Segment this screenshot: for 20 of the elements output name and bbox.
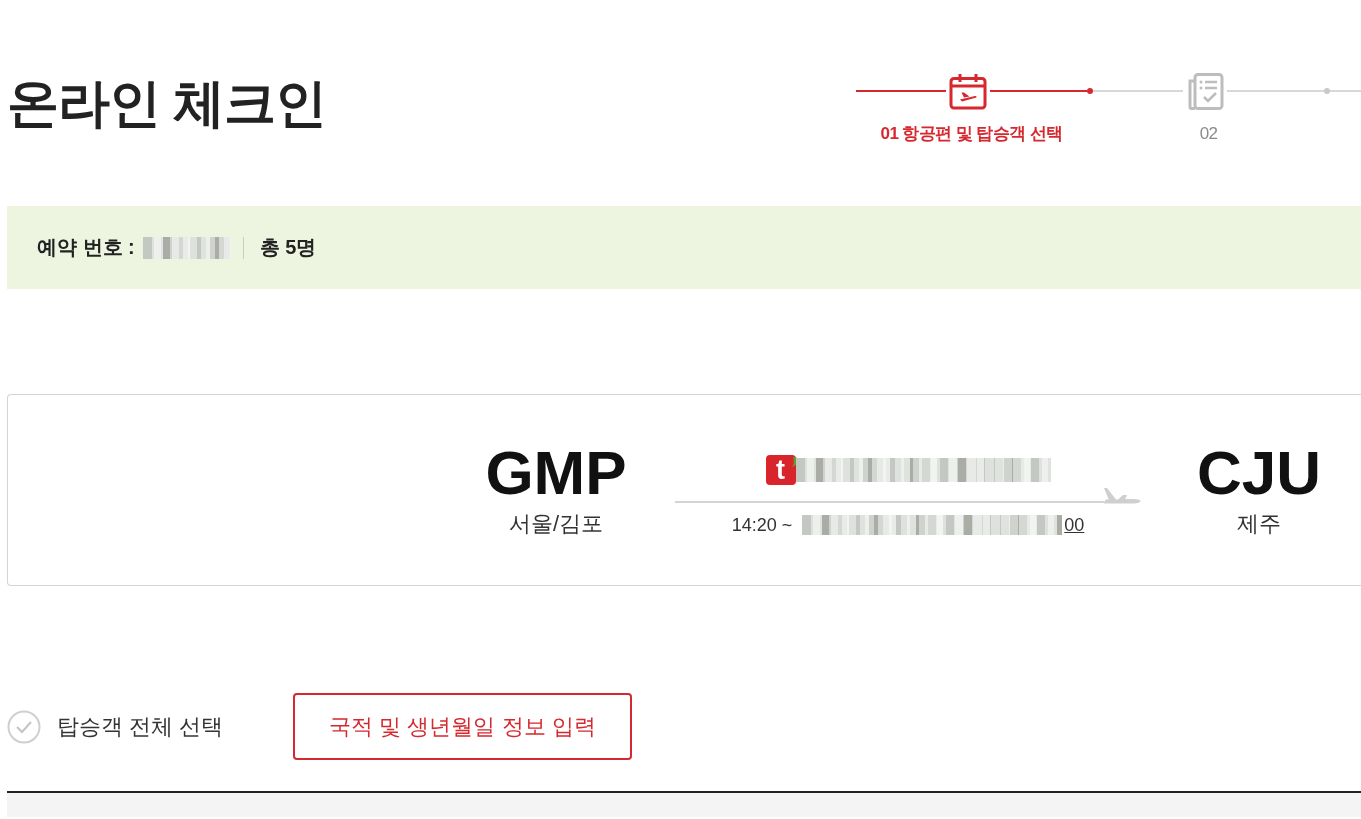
calendar-plane-icon <box>949 72 987 110</box>
airplane-icon <box>1104 487 1141 504</box>
airport-city: 제주 <box>1237 510 1281 538</box>
step-label: 01 항공편 및 탑승객 선택 <box>880 123 1063 145</box>
check-circle-icon[interactable] <box>7 709 41 744</box>
airport-code: GMP <box>485 442 627 504</box>
step-label: 02 <box>1199 123 1218 145</box>
step-dot-icon <box>1324 88 1330 94</box>
airport-city: 서울/김포 <box>508 510 604 538</box>
info-entry-button[interactable]: 국적 및 생년월일 정보 입력 <box>293 693 632 760</box>
page-title: 온라인 체크인 <box>7 73 327 133</box>
checklist-document-icon <box>1186 72 1224 110</box>
schedule-link[interactable]: 00 <box>1064 514 1085 536</box>
departure-time: 14:20 ~ <box>731 514 793 536</box>
reservation-label: 예약 번호 : <box>37 235 135 260</box>
select-all-label[interactable]: 탑승객 전체 선택 <box>57 711 224 742</box>
airline-logo: t <box>765 455 796 485</box>
leaf-icon <box>791 457 799 467</box>
passenger-total: 총 5명 <box>259 235 317 260</box>
airport-code: CJU <box>1197 442 1321 504</box>
